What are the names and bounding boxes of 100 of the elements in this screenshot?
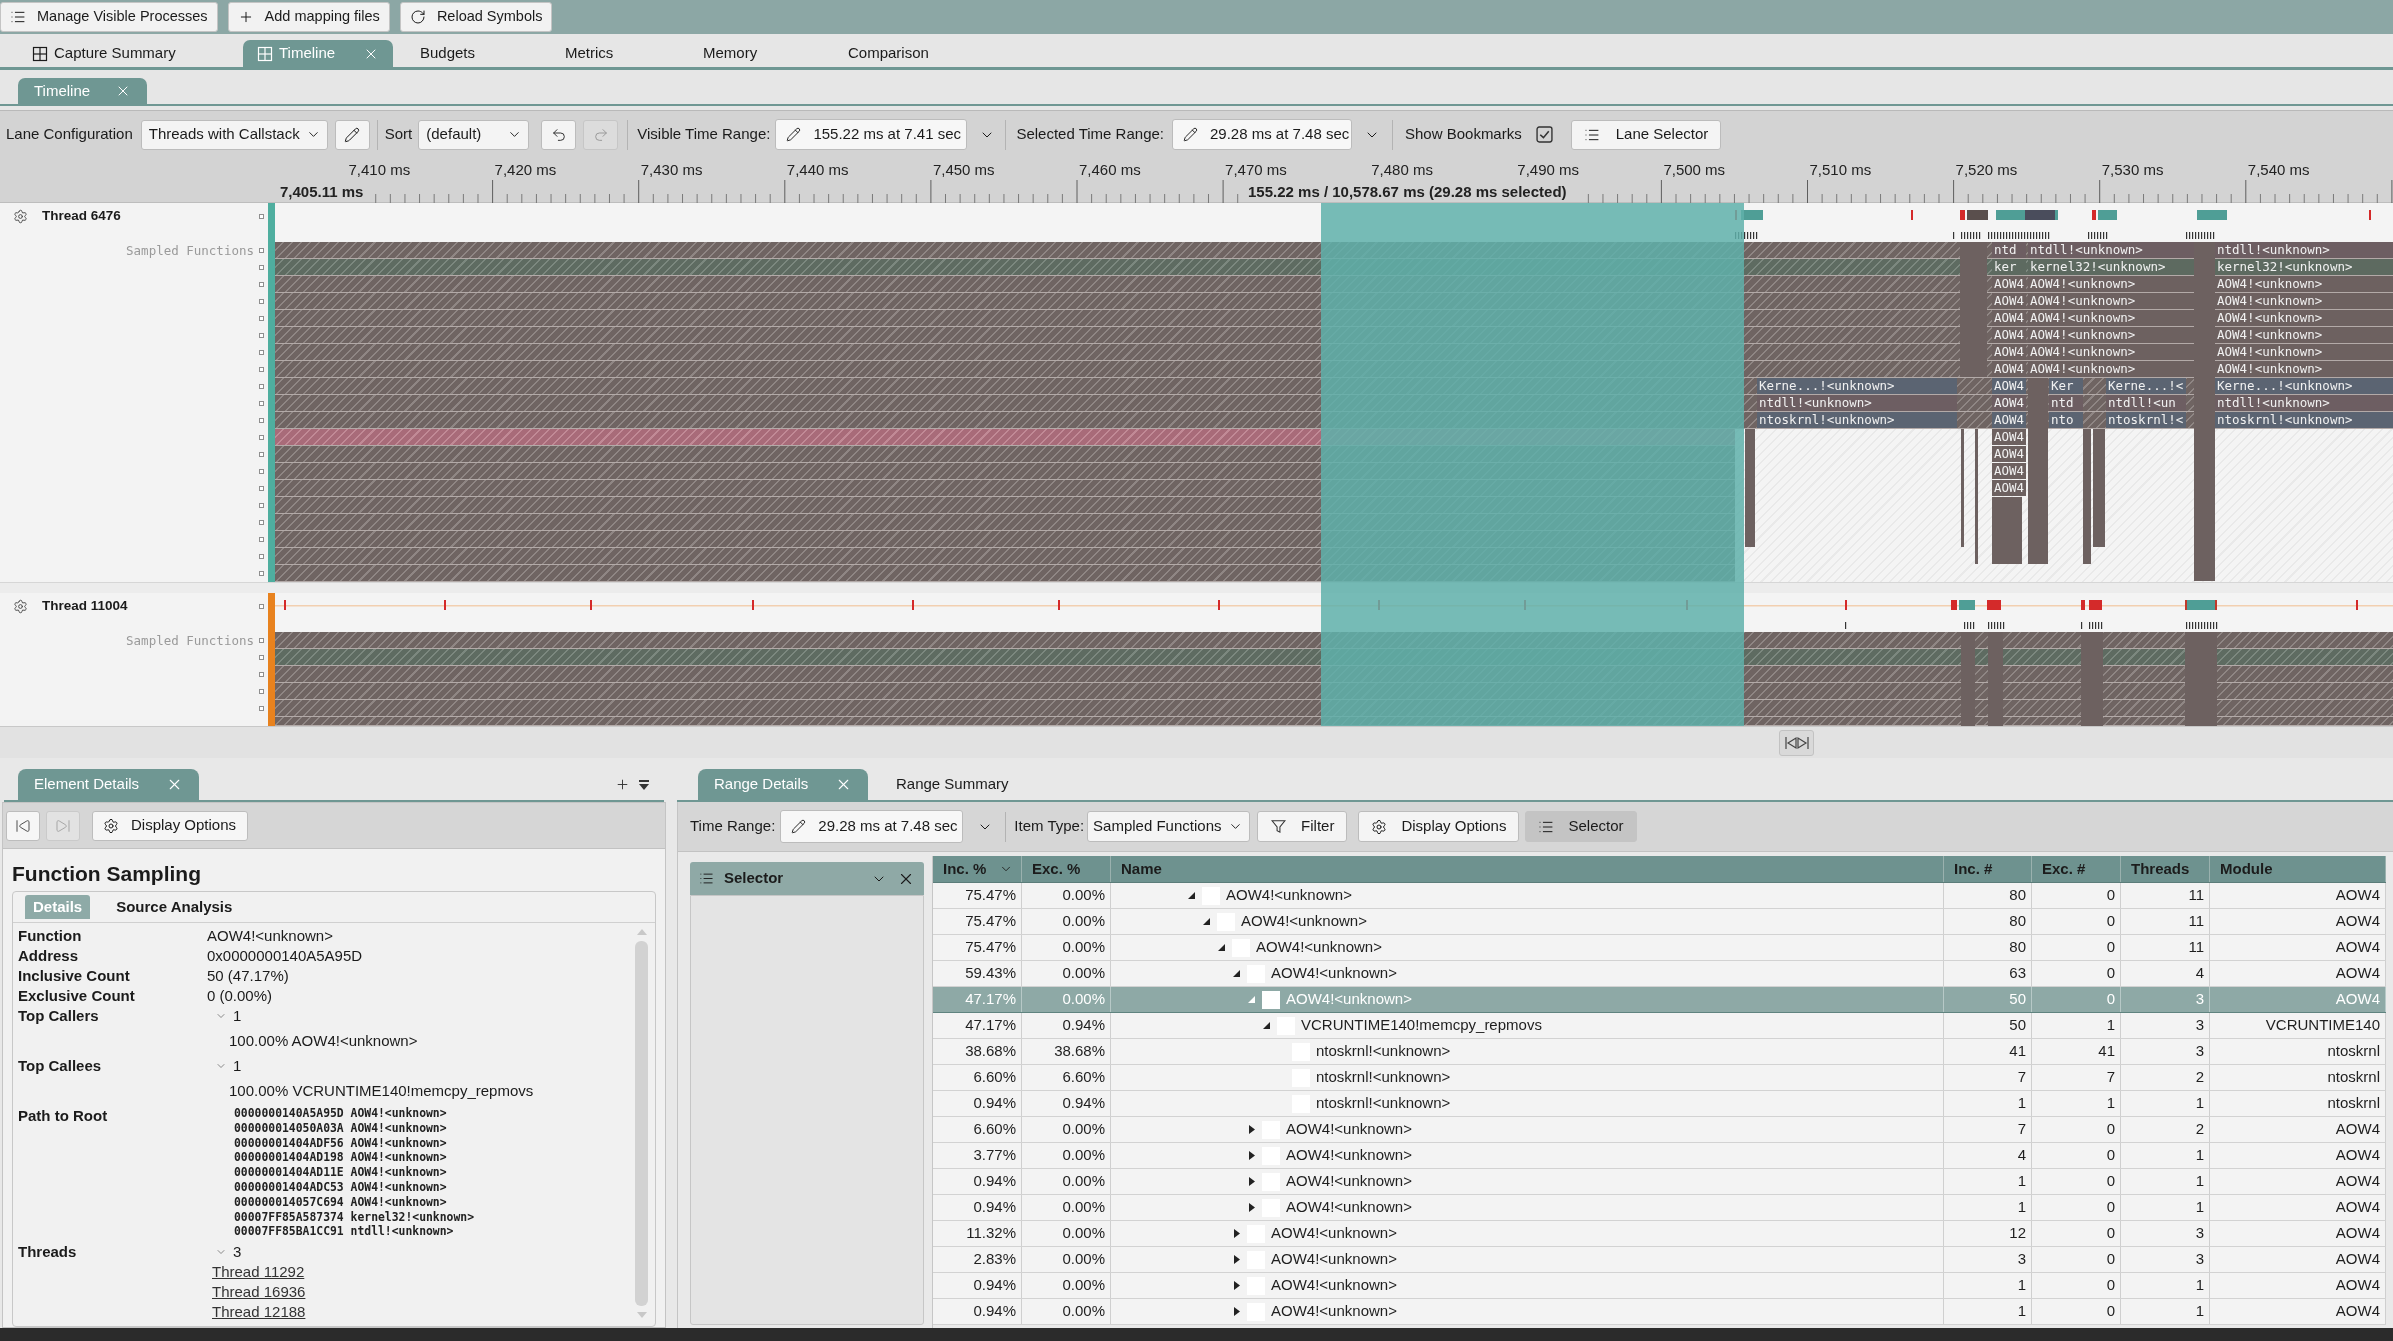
document-tab[interactable]: Comparison bbox=[834, 40, 984, 67]
stack-frame[interactable]: AOW4 bbox=[1992, 361, 2026, 377]
view-tab[interactable]: Timeline bbox=[18, 78, 147, 104]
stack-frame[interactable]: ker bbox=[1992, 259, 2026, 275]
dropdown-arrow-icon[interactable] bbox=[638, 778, 650, 791]
sort-dropdown[interactable]: (default) bbox=[418, 119, 530, 150]
table-row[interactable]: 0.94% 0.94% ntoskrnl!<unknown> 1 1 1 ntoskrnl bbox=[933, 1091, 2386, 1117]
table-row[interactable]: 75.47% 0.00% AOW4!<unknown> 80 0 11 AOW4 bbox=[933, 909, 2386, 935]
stack-frame[interactable]: AOW4!<unknown> bbox=[2028, 361, 2194, 377]
stack-frame[interactable]: AOW4!<unknown> bbox=[2028, 344, 2194, 360]
table-row[interactable]: 3.77% 0.00% AOW4!<unknown> 4 0 1 AOW4 bbox=[933, 1143, 2386, 1169]
toolbar-button[interactable]: Filter bbox=[1257, 811, 1348, 842]
checkbox[interactable] bbox=[1535, 126, 1553, 143]
document-tab[interactable]: Capture Summary bbox=[18, 40, 230, 67]
stack-frame[interactable]: AOW4 bbox=[1992, 310, 2026, 326]
triangle-icon[interactable] bbox=[1232, 1307, 1241, 1316]
toolbar-button[interactable]: Selector bbox=[1525, 811, 1637, 842]
plus-icon[interactable] bbox=[615, 777, 630, 792]
stack-frame[interactable]: AOW4 bbox=[1992, 327, 2026, 343]
stack-frame[interactable]: ntd bbox=[1992, 242, 2026, 258]
column-header[interactable]: Inc. # bbox=[1944, 856, 2032, 882]
table-row[interactable]: 75.47% 0.00% AOW4!<unknown> 80 0 11 AOW4 bbox=[933, 935, 2386, 961]
triangle-icon[interactable] bbox=[1247, 1125, 1256, 1134]
table-row[interactable]: 59.43% 0.00% AOW4!<unknown> 63 0 4 AOW4 bbox=[933, 961, 2386, 987]
table-row[interactable]: 11.32% 0.00% AOW4!<unknown> 12 0 3 AOW4 bbox=[933, 1221, 2386, 1247]
stack-frame[interactable]: AOW4!<unknown> bbox=[2215, 310, 2393, 326]
triangle-icon[interactable] bbox=[1232, 1255, 1241, 1264]
column-header[interactable]: Name bbox=[1111, 856, 1944, 882]
toolbar-button[interactable]: Manage Visible Processes bbox=[0, 2, 218, 32]
stack-frame[interactable]: AOW4 bbox=[1992, 276, 2026, 292]
stack-frame[interactable]: AOW4!<unknown> bbox=[2215, 344, 2393, 360]
stack-frame[interactable]: nto bbox=[2049, 412, 2083, 428]
triangle-icon[interactable] bbox=[1232, 969, 1241, 978]
thread-link[interactable]: Thread 11292 bbox=[207, 1262, 306, 1283]
document-tab[interactable]: Metrics bbox=[551, 40, 676, 67]
stack-frame[interactable]: ntoskrnl!< bbox=[2106, 412, 2186, 428]
thread-link[interactable]: Thread 16936 bbox=[207, 1282, 306, 1303]
stack-frame[interactable]: AOW4!<unknown> bbox=[2028, 310, 2194, 326]
triangle-icon[interactable] bbox=[1247, 1203, 1256, 1212]
stack-frame[interactable]: ntdll!<un bbox=[2106, 395, 2186, 411]
table-row[interactable]: 0.94% 0.00% AOW4!<unknown> 1 0 1 AOW4 bbox=[933, 1273, 2386, 1299]
stack-frame[interactable]: AOW4!<unknown> bbox=[2215, 361, 2393, 377]
stack-frame[interactable]: AOW4!<unknown> bbox=[2215, 327, 2393, 343]
toolbar-button[interactable]: Add mapping files bbox=[227, 2, 390, 32]
stack-frame[interactable]: ntd bbox=[2049, 395, 2083, 411]
panel-tab[interactable]: Range Details bbox=[698, 769, 868, 800]
document-tab[interactable]: Memory bbox=[689, 40, 821, 67]
stack-frame[interactable]: AOW4!<unknown> bbox=[2028, 327, 2194, 343]
detail-tab[interactable]: Source Analysis bbox=[108, 895, 241, 919]
table-row[interactable]: 75.47% 0.00% AOW4!<unknown> 80 0 11 AOW4 bbox=[933, 883, 2386, 909]
lane-configuration-dropdown[interactable]: Threads with Callstack bbox=[140, 119, 328, 150]
edit-button[interactable] bbox=[334, 119, 370, 150]
triangle-icon[interactable] bbox=[1262, 1021, 1271, 1030]
toolbar-button[interactable]: Reload Symbols bbox=[399, 2, 553, 32]
stack-frame[interactable]: AOW4 bbox=[1992, 293, 2026, 309]
table-row[interactable]: 0.94% 0.00% AOW4!<unknown> 1 0 1 AOW4 bbox=[933, 1195, 2386, 1221]
stack-frame[interactable]: ntoskrnl!<unknown> bbox=[2215, 412, 2393, 428]
table-row[interactable]: 6.60% 0.00% AOW4!<unknown> 7 0 2 AOW4 bbox=[933, 1117, 2386, 1143]
stack-frame[interactable]: AOW4 bbox=[1992, 395, 2026, 411]
triangle-icon[interactable] bbox=[1247, 1177, 1256, 1186]
stack-frame[interactable]: AOW4!<unknown> bbox=[2028, 276, 2194, 292]
panel-tab[interactable]: Range Summary bbox=[880, 769, 1022, 800]
table-row[interactable]: 0.94% 0.00% AOW4!<unknown> 1 0 1 AOW4 bbox=[933, 1299, 2386, 1325]
column-header[interactable]: Inc. % bbox=[933, 856, 1022, 882]
document-tab[interactable]: Timeline bbox=[243, 40, 393, 67]
stack-frame[interactable]: AOW4 bbox=[1992, 378, 2026, 394]
stack-frame[interactable]: Kerne...!<unknown> bbox=[1757, 378, 1957, 394]
time-range-field[interactable]: 29.28 ms at 7.48 sec bbox=[780, 810, 964, 843]
document-tab[interactable]: Budgets bbox=[406, 40, 538, 67]
stack-frame[interactable]: AOW4 bbox=[1992, 344, 2026, 360]
table-row[interactable]: 2.83% 0.00% AOW4!<unknown> 3 0 3 AOW4 bbox=[933, 1247, 2386, 1273]
table-row[interactable]: 47.17% 0.94% VCRUNTIME140!memcpy_repmovs 50 1 3 VCRUNTIME140 bbox=[933, 1013, 2386, 1039]
time-range-field[interactable]: 155.22 ms at 7.41 sec bbox=[775, 119, 968, 150]
stack-frame[interactable]: AOW4!<unknown> bbox=[2215, 293, 2393, 309]
range-handle-button[interactable] bbox=[1779, 729, 1814, 756]
stack-frame[interactable]: AOW4 bbox=[1992, 446, 2026, 462]
stack-frame[interactable]: Kerne...!<unknown> bbox=[2215, 378, 2393, 394]
stack-frame[interactable]: AOW4 bbox=[1992, 463, 2026, 479]
stack-frame[interactable]: AOW4!<unknown> bbox=[2028, 293, 2194, 309]
triangle-icon[interactable] bbox=[1202, 917, 1211, 926]
stack-frame[interactable]: AOW4 bbox=[1992, 429, 2026, 445]
stack-frame[interactable]: ntdll!<unknown> bbox=[2215, 395, 2393, 411]
stack-frame[interactable]: ntdll!<unknown> bbox=[1757, 395, 1957, 411]
stack-frame[interactable]: kernel32!<unknown> bbox=[2215, 259, 2393, 275]
scroll-thumb[interactable] bbox=[635, 941, 648, 1306]
stack-frame[interactable]: ntoskrnl!<unknown> bbox=[1757, 412, 1957, 428]
table-row[interactable]: 38.68% 38.68% ntoskrnl!<unknown> 41 41 3 ntoskrnl bbox=[933, 1039, 2386, 1065]
history-button[interactable] bbox=[541, 119, 577, 150]
column-header[interactable]: Module bbox=[2210, 856, 2386, 882]
stack-frame[interactable]: kernel32!<unknown> bbox=[2028, 259, 2194, 275]
stack-frame[interactable]: AOW4 bbox=[1992, 480, 2026, 496]
stack-frame[interactable]: ntdll!<unknown> bbox=[2028, 242, 2194, 258]
thread-link[interactable]: Thread 12188 bbox=[207, 1302, 306, 1323]
triangle-icon[interactable] bbox=[1232, 1229, 1241, 1238]
column-header[interactable]: Exc. % bbox=[1022, 856, 1111, 882]
stack-frame[interactable]: Kerne...!< bbox=[2106, 378, 2186, 394]
stack-frame[interactable]: AOW4 bbox=[1992, 412, 2026, 428]
lane-selector-button[interactable]: Lane Selector bbox=[1570, 119, 1722, 150]
time-range-field[interactable]: 29.28 ms at 7.48 sec bbox=[1172, 119, 1352, 150]
triangle-icon[interactable] bbox=[1217, 943, 1226, 952]
